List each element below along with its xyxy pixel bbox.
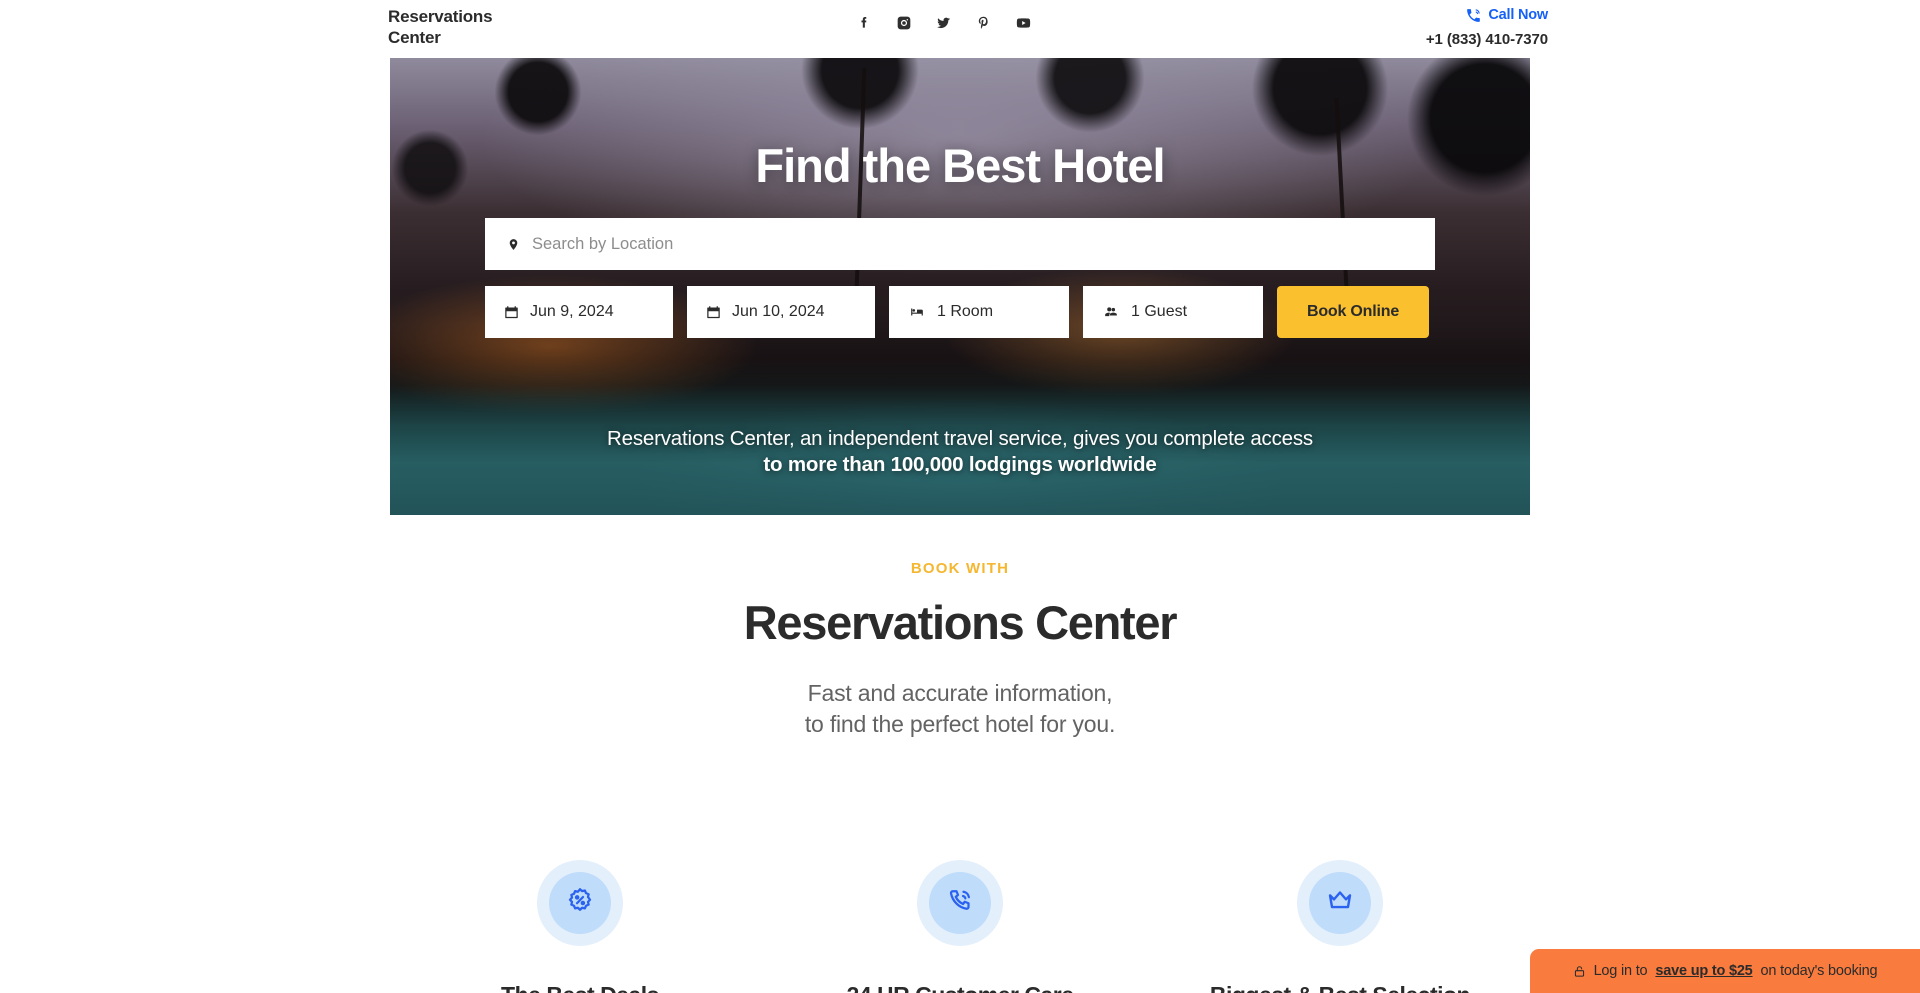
twitter-icon[interactable] xyxy=(935,14,952,31)
search-row: Search by Location xyxy=(485,218,1435,270)
hero-title: Find the Best Hotel xyxy=(755,139,1165,192)
lock-icon xyxy=(1573,964,1586,979)
search-location-input[interactable]: Search by Location xyxy=(485,218,1435,270)
hero-subtitle: Reservations Center, an independent trav… xyxy=(390,426,1530,478)
login-promo-bar[interactable]: Log in to save up to $25 on today's book… xyxy=(1530,949,1920,993)
logo-line-2: Center xyxy=(388,28,441,48)
guests-field[interactable]: 1 Guest xyxy=(1083,286,1263,338)
section-eyebrow: BOOK WITH xyxy=(910,560,1010,577)
feature-item: Biggest & Best Selection xyxy=(1150,860,1530,993)
section-subtitle-line-2: to find the perfect hotel for you. xyxy=(804,710,1116,737)
feature-icon-circle xyxy=(537,860,623,946)
map-pin-icon xyxy=(507,236,520,253)
search-placeholder-text: Search by Location xyxy=(532,234,674,253)
feature-icon-circle xyxy=(1297,860,1383,946)
checkout-date-field[interactable]: Jun 10, 2024 xyxy=(687,286,875,338)
call-now-button[interactable]: Call Now xyxy=(1288,7,1548,24)
promo-prefix: Log in to xyxy=(1593,963,1648,979)
book-online-button[interactable]: Book Online xyxy=(1277,286,1429,338)
feature-title: The Best Deals xyxy=(390,982,770,993)
youtube-icon[interactable] xyxy=(1015,14,1032,31)
instagram-icon[interactable] xyxy=(895,14,912,31)
feature-icon-circle xyxy=(917,860,1003,946)
site-logo[interactable]: Reservations Center xyxy=(388,6,528,49)
section-subtitle-line-1: Fast and accurate information, xyxy=(807,680,1113,706)
social-links xyxy=(855,14,1032,31)
booking-fields-row: Jun 9, 2024 Jun 10, 2024 1 Room 1 Guest xyxy=(485,286,1435,338)
rooms-value: 1 Room xyxy=(937,303,994,320)
promo-highlight[interactable]: save up to $25 xyxy=(1655,963,1752,979)
phone-call-icon xyxy=(945,886,975,921)
hero-subtitle-line-1: Reservations Center, an independent trav… xyxy=(607,427,1313,450)
hero-subtitle-line-2: to more than 100,000 lodgings worldwide xyxy=(763,453,1157,477)
page-root: Reservations Center Call Now +1 (833) 41… xyxy=(0,0,1920,993)
section-subtitle: Fast and accurate information, to find t… xyxy=(0,678,1920,739)
feature-item: 24 HR Customer Care xyxy=(770,860,1150,993)
checkout-date-value: Jun 10, 2024 xyxy=(732,303,825,320)
guests-value: 1 Guest xyxy=(1131,303,1188,320)
phone-number[interactable]: +1 (833) 410-7370 xyxy=(1288,31,1548,48)
features-row: The Best Deals 24 HR Customer Care Bigge… xyxy=(390,860,1530,993)
feature-item: The Best Deals xyxy=(390,860,770,993)
rooms-field[interactable]: 1 Room xyxy=(889,286,1069,338)
calendar-icon xyxy=(706,305,721,320)
promo-suffix: on today's booking xyxy=(1760,963,1878,979)
hero-banner: Find the Best Hotel Search by Location J… xyxy=(390,58,1530,515)
book-with-section: BOOK WITH Reservations Center Fast and a… xyxy=(0,560,1920,739)
bed-icon xyxy=(908,305,926,319)
site-header: Reservations Center Call Now +1 (833) 41… xyxy=(0,0,1920,58)
call-block: Call Now +1 (833) 410-7370 xyxy=(1288,7,1548,48)
facebook-icon[interactable] xyxy=(855,14,872,31)
logo-line-1: Reservations xyxy=(388,7,493,26)
guests-icon xyxy=(1102,305,1120,319)
call-now-label: Call Now xyxy=(1488,7,1548,24)
feature-title: 24 HR Customer Care xyxy=(770,982,1150,993)
crown-icon xyxy=(1325,886,1355,921)
phone-ring-icon xyxy=(1465,7,1482,24)
pinterest-icon[interactable] xyxy=(975,14,992,31)
discount-badge-icon xyxy=(565,886,595,921)
checkin-date-field[interactable]: Jun 9, 2024 xyxy=(485,286,673,338)
checkin-date-value: Jun 9, 2024 xyxy=(530,303,614,320)
section-title: Reservations Center xyxy=(743,596,1178,649)
calendar-icon xyxy=(504,305,519,320)
feature-title: Biggest & Best Selection xyxy=(1150,982,1530,993)
